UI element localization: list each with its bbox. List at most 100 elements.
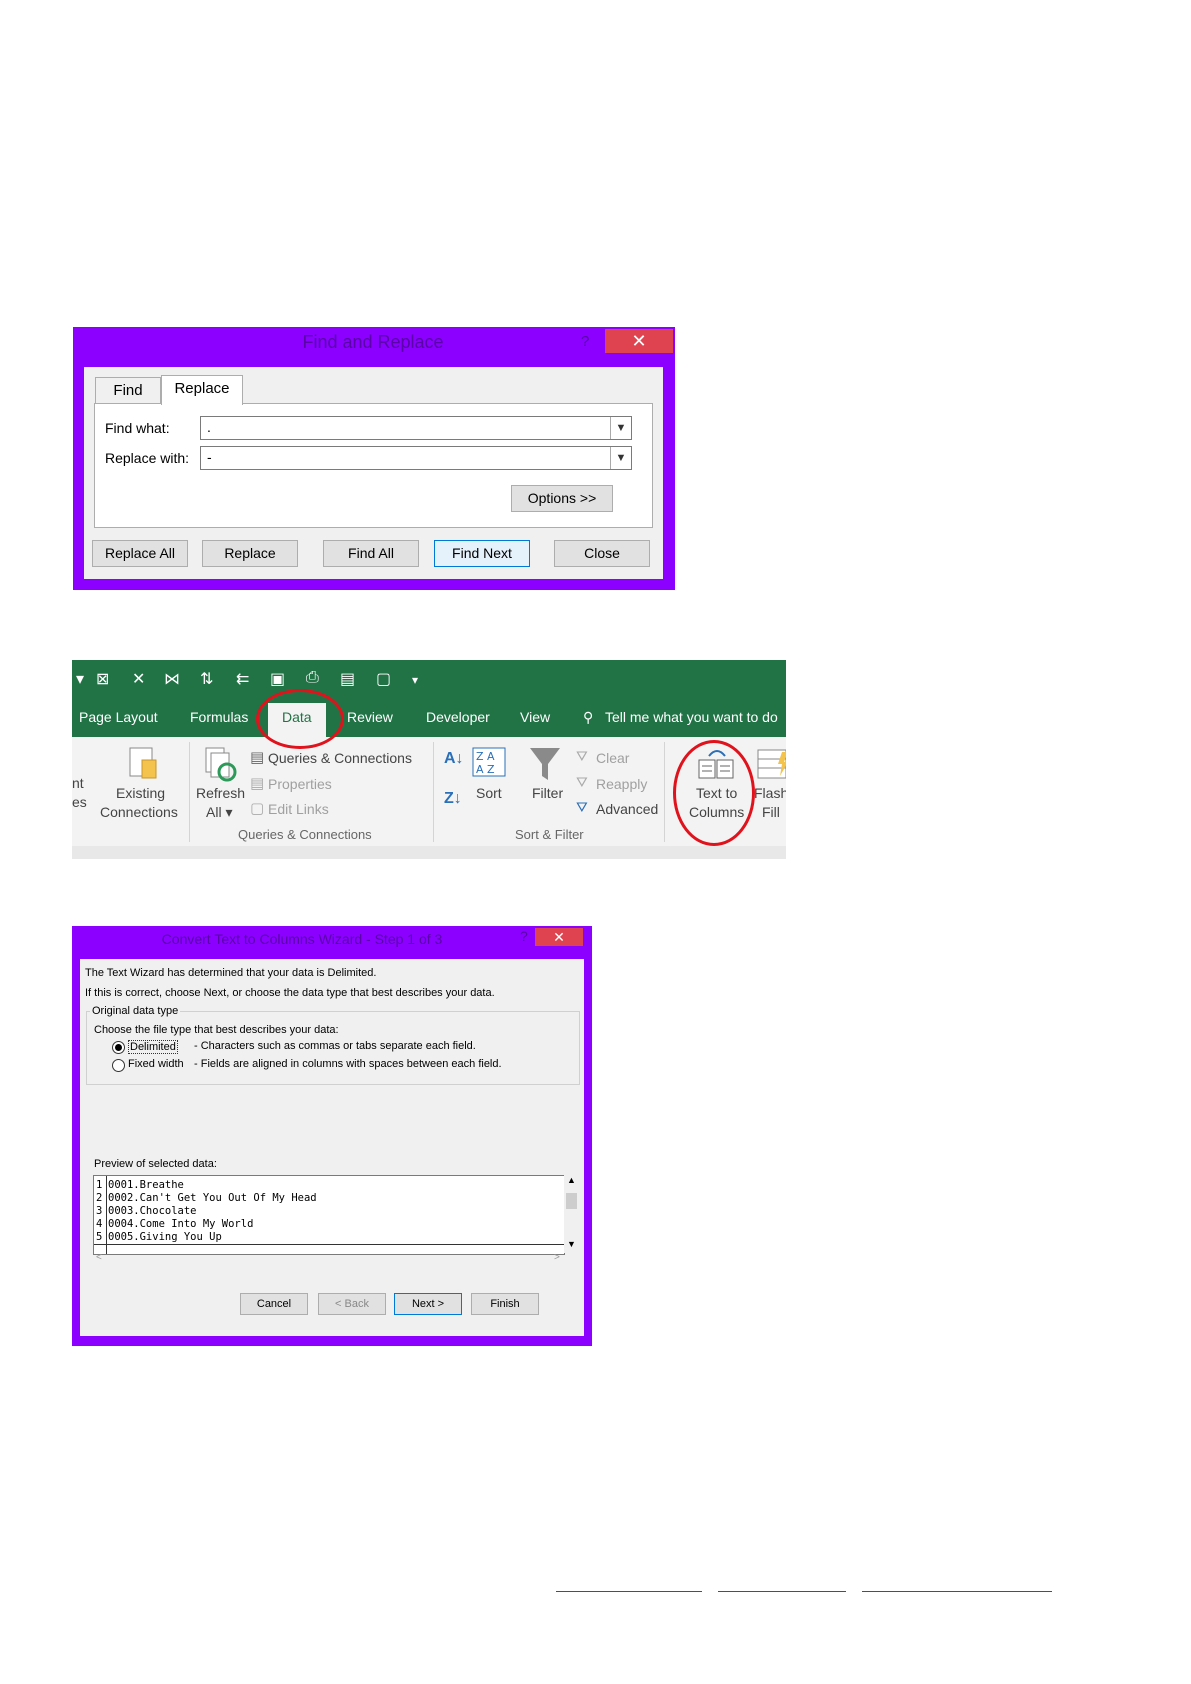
print-preview-icon[interactable]: ⎙ bbox=[306, 669, 319, 687]
sort-ascending-icon[interactable]: A↓ bbox=[444, 750, 464, 768]
flash-label[interactable]: Flash bbox=[754, 785, 786, 801]
group-divider bbox=[664, 742, 665, 842]
preview-label: Preview of selected data: bbox=[94, 1158, 217, 1170]
existing-label[interactable]: Existing bbox=[116, 785, 165, 801]
chevron-left-icon[interactable]: < bbox=[96, 1252, 102, 1263]
close-icon[interactable]: ✕ bbox=[605, 329, 673, 353]
delimited-radio[interactable] bbox=[112, 1041, 125, 1054]
toolbar-icon[interactable]: ⊠ bbox=[96, 669, 109, 689]
finish-button[interactable]: Finish bbox=[471, 1293, 539, 1315]
fill-label[interactable]: Fill bbox=[762, 804, 780, 820]
new-document-icon[interactable]: ▢ bbox=[376, 669, 391, 689]
filter-button[interactable]: Filter bbox=[532, 785, 563, 801]
close-icon[interactable]: ✕ bbox=[535, 928, 583, 946]
back-button[interactable]: < Back bbox=[318, 1293, 386, 1315]
replace-button[interactable]: Replace bbox=[202, 540, 298, 567]
toolbar-icon[interactable]: ▤ bbox=[340, 669, 355, 689]
refresh-label[interactable]: Refresh bbox=[196, 785, 245, 801]
text-wizard-dialog: Convert Text to Columns Wizard - Step 1 … bbox=[72, 926, 592, 1346]
quick-access-toolbar: ▾ ⊠ ✕ ⋈ ⇅ ⇇ ▣ ⎙ ▤ ▢ ▾ bbox=[72, 660, 786, 699]
preview-row: 0005.Giving You Up bbox=[108, 1231, 222, 1243]
toolbar-dropdown-icon[interactable]: ▾ bbox=[76, 669, 84, 689]
link-underline[interactable] bbox=[718, 1591, 846, 1592]
link-underline[interactable] bbox=[862, 1591, 1052, 1592]
ribbon-tabs: Page Layout Formulas Data Review Develop… bbox=[72, 699, 786, 737]
customize-toolbar-icon[interactable]: ▾ bbox=[412, 673, 418, 687]
tab-developer[interactable]: Developer bbox=[426, 709, 490, 725]
wizard-body: The Text Wizard has determined that your… bbox=[80, 959, 584, 1336]
flash-fill-icon[interactable] bbox=[756, 746, 786, 782]
group-label: Original data type bbox=[90, 1005, 181, 1017]
partial-command-label: nt bbox=[72, 775, 84, 791]
ribbon-bottom-strip bbox=[72, 846, 786, 859]
close-button[interactable]: Close bbox=[554, 540, 650, 567]
chevron-down-icon[interactable]: ▼ bbox=[567, 1239, 576, 1249]
reapply-button[interactable]: Reapply bbox=[596, 776, 647, 792]
dialog-body: Find Find what: . ▼ Replace with: - ▼ Op… bbox=[84, 367, 663, 579]
clear-button[interactable]: Clear bbox=[596, 750, 629, 766]
queries-connections-button[interactable]: Queries & Connections bbox=[268, 750, 412, 766]
link-underline[interactable] bbox=[556, 1591, 702, 1592]
wizard-intro-line: If this is correct, choose Next, or choo… bbox=[85, 987, 495, 999]
toolbar-icon[interactable]: ✕ bbox=[132, 669, 145, 689]
chevron-down-icon[interactable]: ▼ bbox=[610, 417, 631, 439]
sort-descending-icon[interactable]: Z↓ bbox=[444, 790, 462, 808]
find-what-label: Find what: bbox=[105, 420, 170, 436]
chevron-down-icon[interactable]: ▼ bbox=[610, 447, 631, 469]
tab-formulas[interactable]: Formulas bbox=[190, 709, 248, 725]
tab-find[interactable]: Find bbox=[95, 377, 161, 405]
preview-vertical-scrollbar[interactable]: ▲ ▼ bbox=[564, 1175, 579, 1253]
group-label-sort-filter: Sort & Filter bbox=[515, 827, 584, 842]
connections-label[interactable]: Connections bbox=[100, 804, 178, 820]
filter-icon[interactable] bbox=[528, 746, 562, 782]
chevron-up-icon[interactable]: ▲ bbox=[567, 1175, 576, 1185]
next-button[interactable]: Next > bbox=[394, 1293, 462, 1315]
find-what-input[interactable]: . ▼ bbox=[200, 416, 632, 440]
edit-links-button[interactable]: Edit Links bbox=[268, 801, 329, 817]
tab-page-layout[interactable]: Page Layout bbox=[79, 709, 158, 725]
row-number: 4 bbox=[96, 1218, 103, 1230]
toolbar-icon[interactable]: ▣ bbox=[270, 669, 285, 689]
row-number: 1 bbox=[96, 1179, 103, 1191]
cancel-button[interactable]: Cancel bbox=[240, 1293, 308, 1315]
delimited-description: - Characters such as commas or tabs sepa… bbox=[194, 1040, 476, 1052]
lightbulb-icon: ⚲ bbox=[583, 709, 594, 725]
help-button[interactable]: ? bbox=[581, 333, 589, 350]
fixed-width-label[interactable]: Fixed width bbox=[128, 1058, 184, 1070]
advanced-button[interactable]: Advanced bbox=[596, 801, 658, 817]
tab-view[interactable]: View bbox=[520, 709, 550, 725]
toolbar-icon[interactable]: ⋈ bbox=[164, 669, 180, 689]
tab-review[interactable]: Review bbox=[347, 709, 393, 725]
wizard-intro-line: The Text Wizard has determined that your… bbox=[85, 967, 377, 979]
chevron-right-icon[interactable]: > bbox=[554, 1252, 560, 1263]
find-next-button[interactable]: Find Next bbox=[434, 540, 530, 567]
group-divider bbox=[433, 742, 434, 842]
dialog-title: Convert Text to Columns Wizard - Step 1 … bbox=[161, 931, 443, 947]
preview-row: 0004.Come Into My World bbox=[108, 1218, 254, 1230]
options-button[interactable]: Options >> bbox=[511, 485, 613, 512]
replace-with-input[interactable]: - ▼ bbox=[200, 446, 632, 470]
find-all-button[interactable]: Find All bbox=[323, 540, 419, 567]
toolbar-icon[interactable]: ⇅ bbox=[200, 669, 213, 689]
excel-ribbon: ▾ ⊠ ✕ ⋈ ⇅ ⇇ ▣ ⎙ ▤ ▢ ▾ Page Layout Formul… bbox=[72, 660, 786, 859]
delimited-label[interactable]: Delimited bbox=[128, 1040, 178, 1054]
properties-button[interactable]: Properties bbox=[268, 776, 332, 792]
scrollbar-thumb[interactable] bbox=[566, 1193, 577, 1209]
row-number: 3 bbox=[96, 1205, 103, 1217]
replace-all-button[interactable]: Replace All bbox=[92, 540, 188, 567]
all-label[interactable]: All ▾ bbox=[206, 804, 232, 821]
help-button[interactable]: ? bbox=[520, 928, 528, 944]
tell-me-search[interactable]: Tell me what you want to do bbox=[605, 709, 778, 725]
toolbar-icon[interactable]: ⇇ bbox=[236, 669, 249, 689]
refresh-all-icon[interactable] bbox=[202, 746, 238, 782]
preview-box[interactable]: 1 0001.Breathe 2 0002.Can't Get You Out … bbox=[93, 1175, 565, 1255]
properties-icon: ▤ bbox=[250, 775, 265, 792]
tab-replace[interactable]: Replace bbox=[161, 375, 243, 405]
advanced-filter-icon: ⛛ bbox=[576, 799, 588, 815]
edit-links-icon: ▢ bbox=[250, 800, 265, 817]
group-divider bbox=[189, 742, 190, 842]
fixed-width-radio[interactable] bbox=[112, 1059, 125, 1072]
sort-icon[interactable]: Z A A Z bbox=[472, 747, 506, 777]
sort-button[interactable]: Sort bbox=[476, 785, 502, 801]
existing-connections-icon[interactable] bbox=[126, 746, 160, 782]
